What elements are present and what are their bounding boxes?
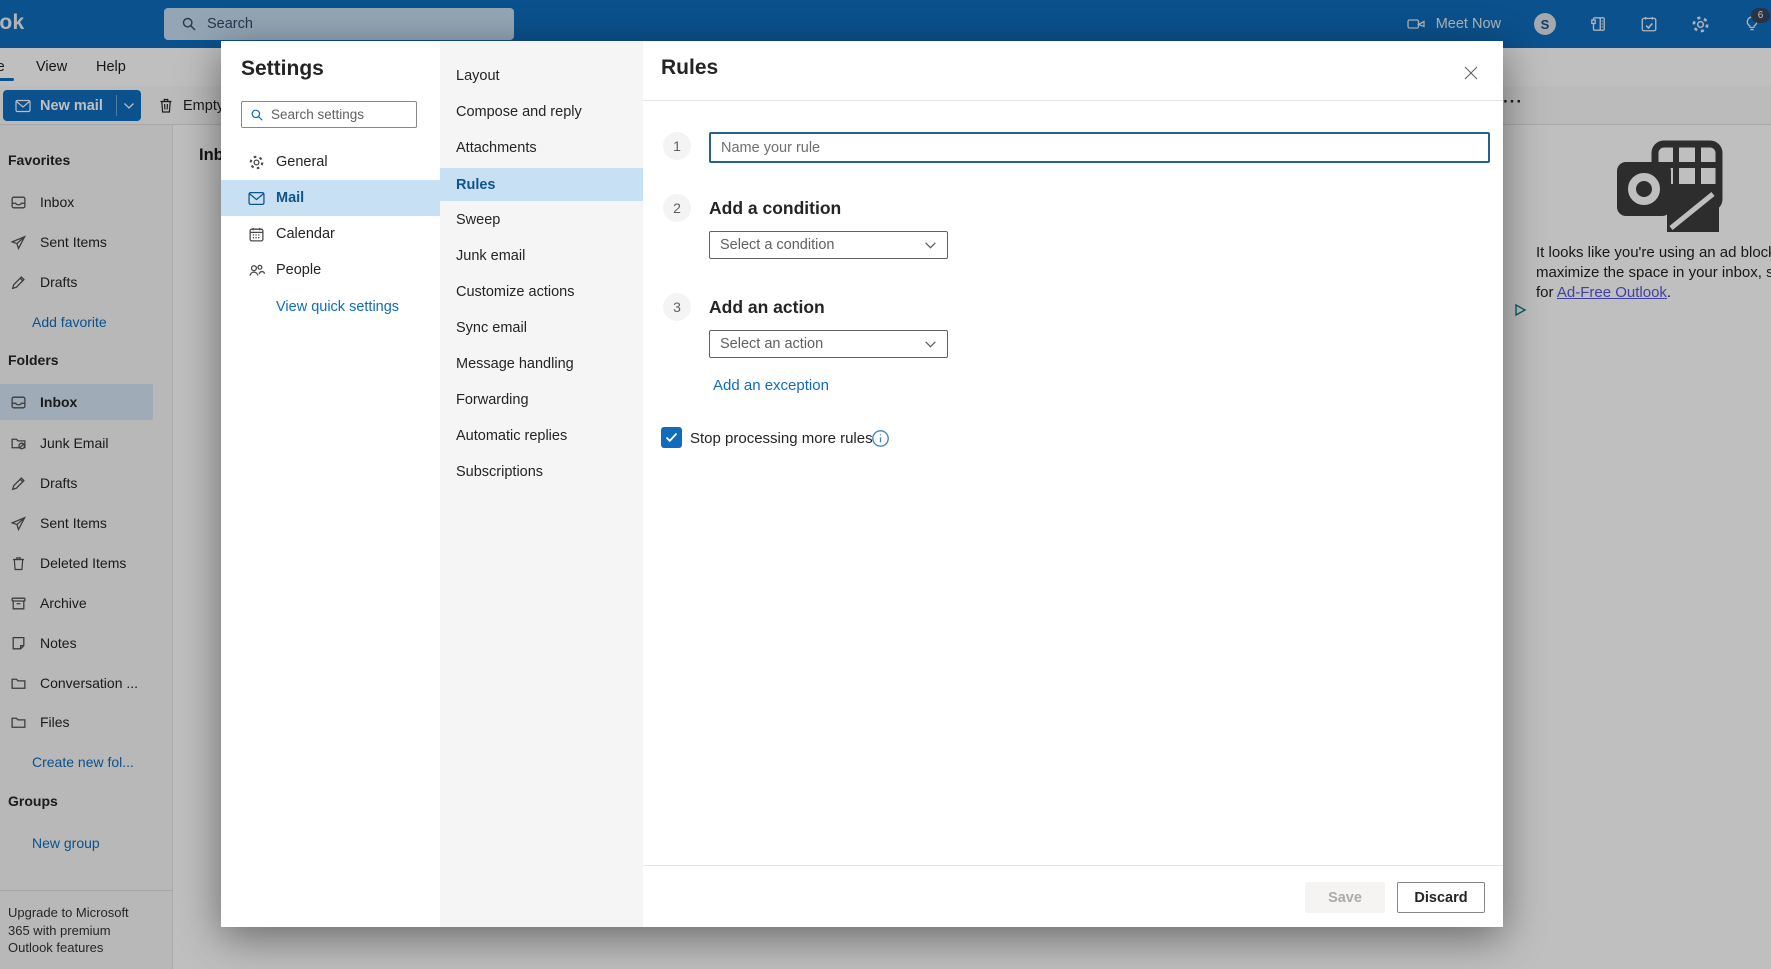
outlook-app-window: Outlook Search Meet Now S [0,0,1771,969]
calendar-icon [248,226,265,243]
step-3-badge: 3 [663,293,691,321]
step-1-badge: 1 [663,132,691,160]
rule-name-input[interactable]: Name your rule [709,132,1490,163]
chevron-down-icon [925,340,936,348]
category-automatic-replies[interactable]: Automatic replies [440,421,643,451]
search-icon [250,108,264,122]
header-divider [643,100,1503,101]
category-sync-email[interactable]: Sync email [440,313,643,343]
discard-button[interactable]: Discard [1397,882,1485,913]
condition-dropdown[interactable]: Select a condition [709,231,948,259]
check-icon [665,432,678,443]
step-2-badge: 2 [663,194,691,222]
envelope-icon [248,191,265,206]
stop-processing-label[interactable]: Stop processing more rules [690,430,873,447]
action-dropdown[interactable]: Select an action [709,330,948,358]
settings-search-input[interactable]: Search settings [241,101,417,128]
rule-name-placeholder: Name your rule [721,139,821,156]
category-customize-actions[interactable]: Customize actions [440,277,643,307]
settings-category-column: Layout Compose and reply Attachments Rul… [440,41,643,927]
add-exception-link[interactable]: Add an exception [713,377,829,394]
category-message-handling[interactable]: Message handling [440,349,643,379]
category-compose[interactable]: Compose and reply [440,97,643,127]
rules-panel-title: Rules [661,56,719,79]
category-forwarding[interactable]: Forwarding [440,385,643,415]
settings-nav-people[interactable]: People [221,252,440,288]
chevron-down-icon [925,241,936,249]
settings-search-placeholder: Search settings [271,107,365,122]
footer-divider [643,865,1503,866]
settings-nav-mail[interactable]: Mail [221,180,440,216]
category-layout[interactable]: Layout [440,61,643,91]
add-action-label: Add an action [709,297,825,317]
stop-processing-checkbox[interactable] [661,427,682,448]
info-icon[interactable] [871,429,890,448]
close-settings-button[interactable] [1455,57,1487,89]
category-rules-selected[interactable]: Rules [440,168,643,201]
category-subscriptions[interactable]: Subscriptions [440,457,643,487]
people-icon [248,262,265,279]
close-icon [1464,66,1478,80]
add-condition-label: Add a condition [709,198,842,218]
settings-title: Settings [241,57,324,80]
settings-nav-general[interactable]: General [221,144,440,180]
save-button[interactable]: Save [1305,882,1385,913]
category-junk-email[interactable]: Junk email [440,241,643,271]
rules-panel: Rules 1 Name your rule 2 Add a condition… [643,41,1503,927]
settings-modal: Settings Search settings General Mail Ca… [221,41,1503,927]
category-attachments[interactable]: Attachments [440,133,643,163]
view-quick-settings-link[interactable]: View quick settings [276,299,399,315]
gear-icon [248,154,265,171]
settings-nav-calendar[interactable]: Calendar [221,216,440,252]
category-sweep[interactable]: Sweep [440,205,643,235]
settings-nav-column: Settings Search settings General Mail Ca… [221,41,440,927]
